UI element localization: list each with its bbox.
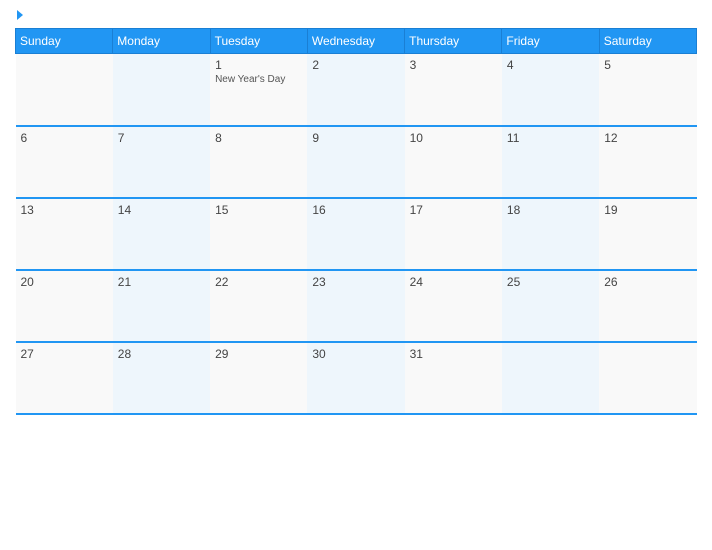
- day-number: 22: [215, 275, 302, 289]
- calendar-cell: 20: [16, 270, 113, 342]
- calendar-cell: 13: [16, 198, 113, 270]
- day-number: 18: [507, 203, 594, 217]
- day-header-tuesday: Tuesday: [210, 29, 307, 54]
- calendar-table: SundayMondayTuesdayWednesdayThursdayFrid…: [15, 28, 697, 415]
- calendar-cell: [16, 54, 113, 126]
- calendar-container: SundayMondayTuesdayWednesdayThursdayFrid…: [0, 0, 712, 550]
- day-number: 7: [118, 131, 205, 145]
- day-number: 17: [410, 203, 497, 217]
- calendar-cell: 18: [502, 198, 599, 270]
- day-header-friday: Friday: [502, 29, 599, 54]
- calendar-cell: 22: [210, 270, 307, 342]
- calendar-cell: 7: [113, 126, 210, 198]
- day-number: 12: [604, 131, 691, 145]
- day-number: 1: [215, 58, 302, 72]
- week-row-3: 20 21 22 23 24 25 26: [16, 270, 697, 342]
- week-row-2: 13 14 15 16 17 18 19: [16, 198, 697, 270]
- day-number: 27: [21, 347, 108, 361]
- week-row-1: 6789 10 11 12: [16, 126, 697, 198]
- day-header-monday: Monday: [113, 29, 210, 54]
- day-number: 11: [507, 131, 594, 145]
- day-header-sunday: Sunday: [16, 29, 113, 54]
- calendar-cell: 16: [307, 198, 404, 270]
- calendar-cell: 14: [113, 198, 210, 270]
- calendar-cell: 9: [307, 126, 404, 198]
- day-number: 20: [21, 275, 108, 289]
- week-row-0: 1 New Year's Day 2345: [16, 54, 697, 126]
- day-number: 24: [410, 275, 497, 289]
- calendar-cell: 31: [405, 342, 502, 414]
- calendar-cell: [502, 342, 599, 414]
- calendar-cell: 6: [16, 126, 113, 198]
- day-number: 14: [118, 203, 205, 217]
- calendar-cell: 15: [210, 198, 307, 270]
- calendar-cell: 17: [405, 198, 502, 270]
- day-header-wednesday: Wednesday: [307, 29, 404, 54]
- day-header-thursday: Thursday: [405, 29, 502, 54]
- day-number: 31: [410, 347, 497, 361]
- calendar-cell: 10: [405, 126, 502, 198]
- calendar-cell: 27: [16, 342, 113, 414]
- logo-triangle-icon: [17, 10, 23, 20]
- calendar-cell: 12: [599, 126, 696, 198]
- calendar-cell: 23: [307, 270, 404, 342]
- calendar-cell: 5: [599, 54, 696, 126]
- calendar-cell: 26: [599, 270, 696, 342]
- calendar-header: [15, 10, 697, 20]
- calendar-cell: 2: [307, 54, 404, 126]
- day-number: 15: [215, 203, 302, 217]
- logo: [15, 10, 23, 20]
- day-number: 26: [604, 275, 691, 289]
- calendar-cell: 19: [599, 198, 696, 270]
- calendar-cell: 25: [502, 270, 599, 342]
- day-number: 23: [312, 275, 399, 289]
- calendar-cell: 28: [113, 342, 210, 414]
- day-number: 5: [604, 58, 691, 72]
- calendar-cell: [599, 342, 696, 414]
- calendar-cell: 1 New Year's Day: [210, 54, 307, 126]
- day-number: 4: [507, 58, 594, 72]
- day-number: 28: [118, 347, 205, 361]
- day-number: 25: [507, 275, 594, 289]
- day-number: 2: [312, 58, 399, 72]
- day-number: 9: [312, 131, 399, 145]
- calendar-cell: 21: [113, 270, 210, 342]
- calendar-cell: 29: [210, 342, 307, 414]
- day-number: 21: [118, 275, 205, 289]
- day-number: 8: [215, 131, 302, 145]
- calendar-cell: 30: [307, 342, 404, 414]
- day-number: 16: [312, 203, 399, 217]
- calendar-cell: 3: [405, 54, 502, 126]
- calendar-cell: 8: [210, 126, 307, 198]
- calendar-cell: 24: [405, 270, 502, 342]
- days-header-row: SundayMondayTuesdayWednesdayThursdayFrid…: [16, 29, 697, 54]
- day-number: 19: [604, 203, 691, 217]
- day-number: 30: [312, 347, 399, 361]
- day-number: 10: [410, 131, 497, 145]
- day-number: 13: [21, 203, 108, 217]
- day-number: 6: [21, 131, 108, 145]
- week-row-4: 27 28 29 30 31: [16, 342, 697, 414]
- calendar-cell: 11: [502, 126, 599, 198]
- day-number: 29: [215, 347, 302, 361]
- calendar-cell: 4: [502, 54, 599, 126]
- day-event: New Year's Day: [215, 74, 302, 85]
- day-header-saturday: Saturday: [599, 29, 696, 54]
- day-number: 3: [410, 58, 497, 72]
- calendar-cell: [113, 54, 210, 126]
